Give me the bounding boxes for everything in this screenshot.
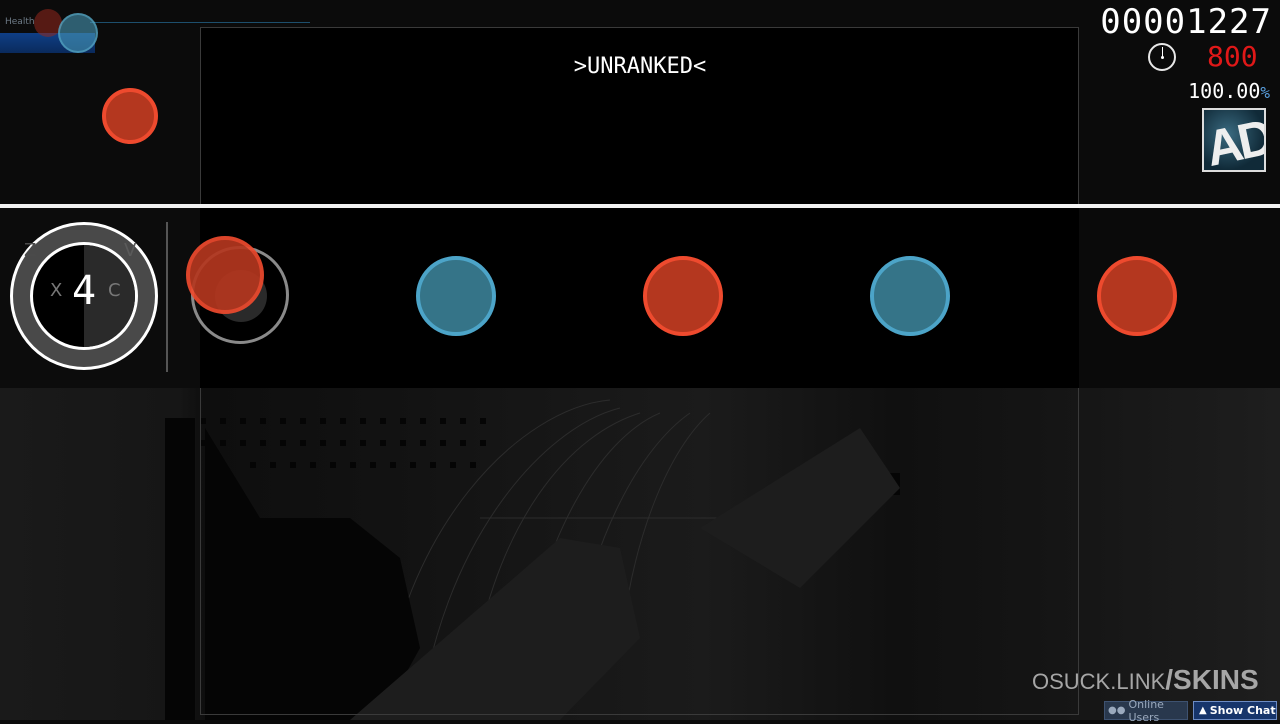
mod-auto-badge: AD [1202, 108, 1266, 172]
users-icon: ●● [1108, 705, 1126, 716]
clock-icon [1148, 43, 1176, 71]
lane-border [0, 204, 1280, 208]
show-chat-button[interactable]: ▲ Show Chat [1193, 701, 1277, 720]
percent-symbol: % [1260, 83, 1270, 102]
skin-watermark: OSUCK.LINK/SKINS [1032, 664, 1259, 696]
score-counter: 00001227 [1100, 2, 1272, 42]
combo-counter: 800 [1207, 40, 1258, 73]
drum-combo-number: 4 [72, 268, 97, 314]
health-marker-blue [58, 13, 98, 53]
lane-divider [166, 222, 168, 372]
chevron-up-icon: ▲ [1199, 705, 1207, 716]
watermark-domain: OSUCK.LINK [1032, 669, 1166, 694]
kat-note [416, 256, 496, 336]
unranked-banner: >UNRANKED< [573, 54, 707, 79]
accuracy-display: 100.00% [1188, 79, 1270, 103]
watermark-slash: / [1165, 664, 1174, 695]
don-note [1097, 256, 1177, 336]
don-note-floating [102, 88, 158, 144]
kat-note [870, 256, 950, 336]
don-note-hit [186, 236, 264, 314]
don-note [643, 256, 723, 336]
online-users-button[interactable]: ●● Online Users [1104, 698, 1188, 724]
key-label-x: X [50, 280, 63, 301]
watermark-path: SKINS [1173, 664, 1259, 695]
accuracy-value: 100.00 [1188, 79, 1261, 103]
health-label: Health [5, 17, 35, 27]
health-bar-track [90, 22, 310, 23]
key-label-v: V [124, 240, 137, 261]
mod-badge-label: AD [1202, 108, 1266, 172]
key-label-z: Z [24, 240, 37, 261]
key-label-c: C [108, 280, 121, 301]
show-chat-label: Show Chat [1209, 704, 1276, 717]
